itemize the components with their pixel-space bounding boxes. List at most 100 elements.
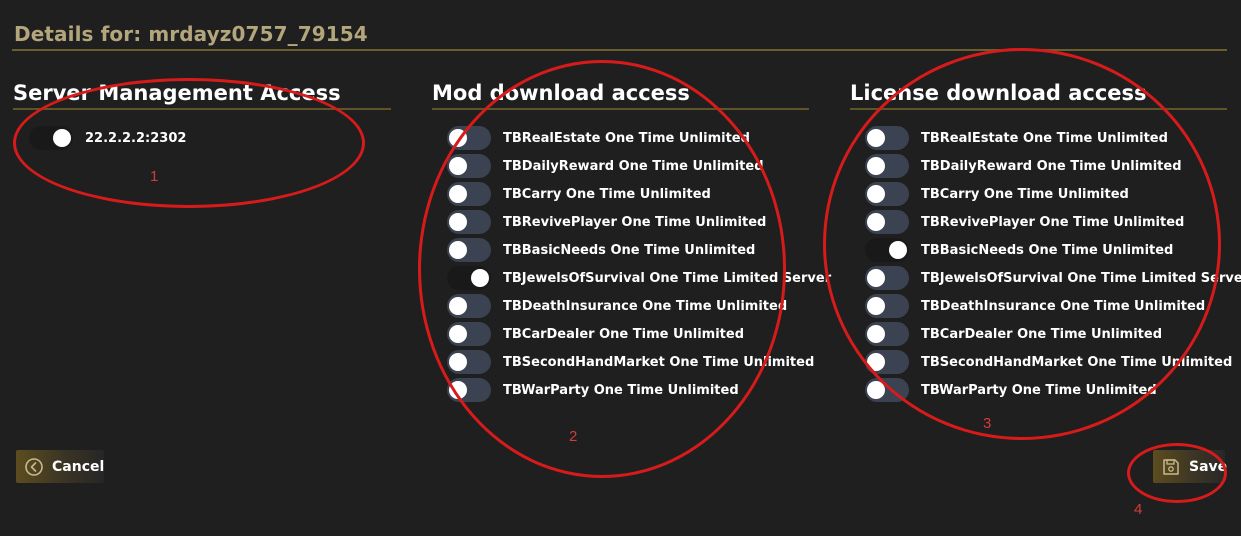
license-access-row: TBCarry One Time Unlimited [865, 182, 1129, 206]
toggle-knob [449, 381, 467, 399]
toggle-knob [867, 325, 885, 343]
toggle-knob [889, 241, 907, 259]
save-button-label: Save [1189, 458, 1228, 475]
mod-access-label: TBDailyReward One Time Unlimited [503, 158, 764, 174]
license-access-toggle[interactable] [865, 266, 909, 290]
toggle-knob [449, 129, 467, 147]
mod-access-row: TBDeathInsurance One Time Unlimited [447, 294, 787, 318]
license-access-row: TBRevivePlayer One Time Unlimited [865, 210, 1184, 234]
mod-access-label: TBJewelsOfSurvival One Time Limited Serv… [503, 270, 832, 286]
license-access-label: TBSecondHandMarket One Time Unlimited [921, 354, 1233, 370]
license-access-toggle[interactable] [865, 238, 909, 262]
license-access-row: TBCarDealer One Time Unlimited [865, 322, 1162, 346]
mod-access-row: TBDailyReward One Time Unlimited [447, 154, 764, 178]
save-button[interactable]: Save [1153, 450, 1228, 483]
mod-access-label: TBRealEstate One Time Unlimited [503, 130, 750, 146]
license-access-row: TBDailyReward One Time Unlimited [865, 154, 1182, 178]
license-access-toggle[interactable] [865, 322, 909, 346]
annotation-number-4: 4 [1134, 501, 1143, 518]
mod-access-toggle[interactable] [447, 378, 491, 402]
circle-chevron-left-icon [25, 457, 43, 476]
license-access-row: TBJewelsOfSurvival One Time Limited Serv… [865, 266, 1241, 290]
toggle-knob [867, 157, 885, 175]
toggle-knob [471, 269, 489, 287]
mod-access-label: TBDeathInsurance One Time Unlimited [503, 298, 788, 314]
mod-access-label: TBCarry One Time Unlimited [503, 186, 711, 202]
mod-access-row: TBWarParty One Time Unlimited [447, 378, 739, 402]
license-access-label: TBCarDealer One Time Unlimited [921, 326, 1163, 342]
toggle-knob [867, 381, 885, 399]
toggle-knob [867, 129, 885, 147]
mod-access-row: TBJewelsOfSurvival One Time Limited Serv… [447, 266, 831, 290]
mod-access-toggle[interactable] [447, 350, 491, 374]
toggle-knob [449, 185, 467, 203]
license-access-label: TBRealEstate One Time Unlimited [921, 130, 1168, 146]
server-management-divider [13, 108, 391, 110]
toggle-knob [449, 325, 467, 343]
mod-access-row: TBRealEstate One Time Unlimited [447, 126, 750, 150]
toggle-knob [449, 241, 467, 259]
server-access-row: 22.2.2.2:2302 [29, 126, 186, 150]
server-access-toggle[interactable] [29, 126, 73, 150]
mod-access-label: TBRevivePlayer One Time Unlimited [503, 214, 767, 230]
toggle-knob [867, 269, 885, 287]
license-access-toggle[interactable] [865, 294, 909, 318]
mod-access-row: TBRevivePlayer One Time Unlimited [447, 210, 766, 234]
mod-access-toggle[interactable] [447, 294, 491, 318]
license-access-label: TBDailyReward One Time Unlimited [921, 158, 1182, 174]
license-access-row: TBWarParty One Time Unlimited [865, 378, 1157, 402]
license-download-section: License download access TBRealEstate One… [850, 80, 1241, 402]
license-access-toggle[interactable] [865, 350, 909, 374]
license-access-label: TBRevivePlayer One Time Unlimited [921, 214, 1185, 230]
mod-access-toggle[interactable] [447, 238, 491, 262]
license-access-row: TBBasicNeeds One Time Unlimited [865, 238, 1173, 262]
license-access-toggle[interactable] [865, 210, 909, 234]
license-access-toggle[interactable] [865, 126, 909, 150]
mod-access-label: TBWarParty One Time Unlimited [503, 382, 739, 398]
license-access-row: TBSecondHandMarket One Time Unlimited [865, 350, 1232, 374]
floppy-disk-icon [1163, 458, 1179, 475]
license-access-toggle[interactable] [865, 154, 909, 178]
toggle-knob [867, 353, 885, 371]
mod-access-row: TBCarDealer One Time Unlimited [447, 322, 744, 346]
server-access-label: 22.2.2.2:2302 [85, 130, 187, 146]
license-download-divider [850, 108, 1227, 110]
license-access-toggle[interactable] [865, 378, 909, 402]
mod-access-row: TBBasicNeeds One Time Unlimited [447, 238, 755, 262]
mod-access-label: TBSecondHandMarket One Time Unlimited [503, 354, 815, 370]
mod-access-toggle[interactable] [447, 154, 491, 178]
toggle-knob [867, 297, 885, 315]
toggle-knob [867, 213, 885, 231]
annotation-number-2: 2 [569, 428, 578, 445]
mod-access-toggle[interactable] [447, 322, 491, 346]
mod-download-divider [432, 108, 809, 110]
cancel-button-label: Cancel [52, 458, 105, 475]
mod-access-toggle[interactable] [447, 210, 491, 234]
license-access-row: TBDeathInsurance One Time Unlimited [865, 294, 1205, 318]
mod-download-section: Mod download access TBRealEstate One Tim… [432, 80, 831, 402]
toggle-knob [53, 129, 71, 147]
license-download-title: License download access [850, 81, 1147, 105]
mod-download-title: Mod download access [432, 81, 690, 105]
license-access-label: TBJewelsOfSurvival One Time Limited Serv… [921, 270, 1241, 286]
mod-access-toggle[interactable] [447, 182, 491, 206]
mod-access-toggle[interactable] [447, 126, 491, 150]
toggle-knob [449, 353, 467, 371]
license-access-label: TBDeathInsurance One Time Unlimited [921, 298, 1206, 314]
mod-access-row: TBSecondHandMarket One Time Unlimited [447, 350, 814, 374]
toggle-knob [449, 213, 467, 231]
license-access-label: TBBasicNeeds One Time Unlimited [921, 242, 1174, 258]
toggle-knob [867, 185, 885, 203]
server-management-section: Server Management Access 22.2.2.2:2302 [13, 80, 391, 150]
license-access-label: TBCarry One Time Unlimited [921, 186, 1129, 202]
mod-access-label: TBCarDealer One Time Unlimited [503, 326, 745, 342]
annotation-number-3: 3 [983, 415, 992, 432]
page-title: Details for: mrdayz0757_79154 [14, 22, 368, 46]
mod-access-label: TBBasicNeeds One Time Unlimited [503, 242, 756, 258]
title-divider [12, 49, 1227, 51]
mod-access-toggle[interactable] [447, 266, 491, 290]
license-access-toggle[interactable] [865, 182, 909, 206]
toggle-knob [449, 157, 467, 175]
cancel-button[interactable]: Cancel [16, 450, 104, 483]
toggle-knob [449, 297, 467, 315]
